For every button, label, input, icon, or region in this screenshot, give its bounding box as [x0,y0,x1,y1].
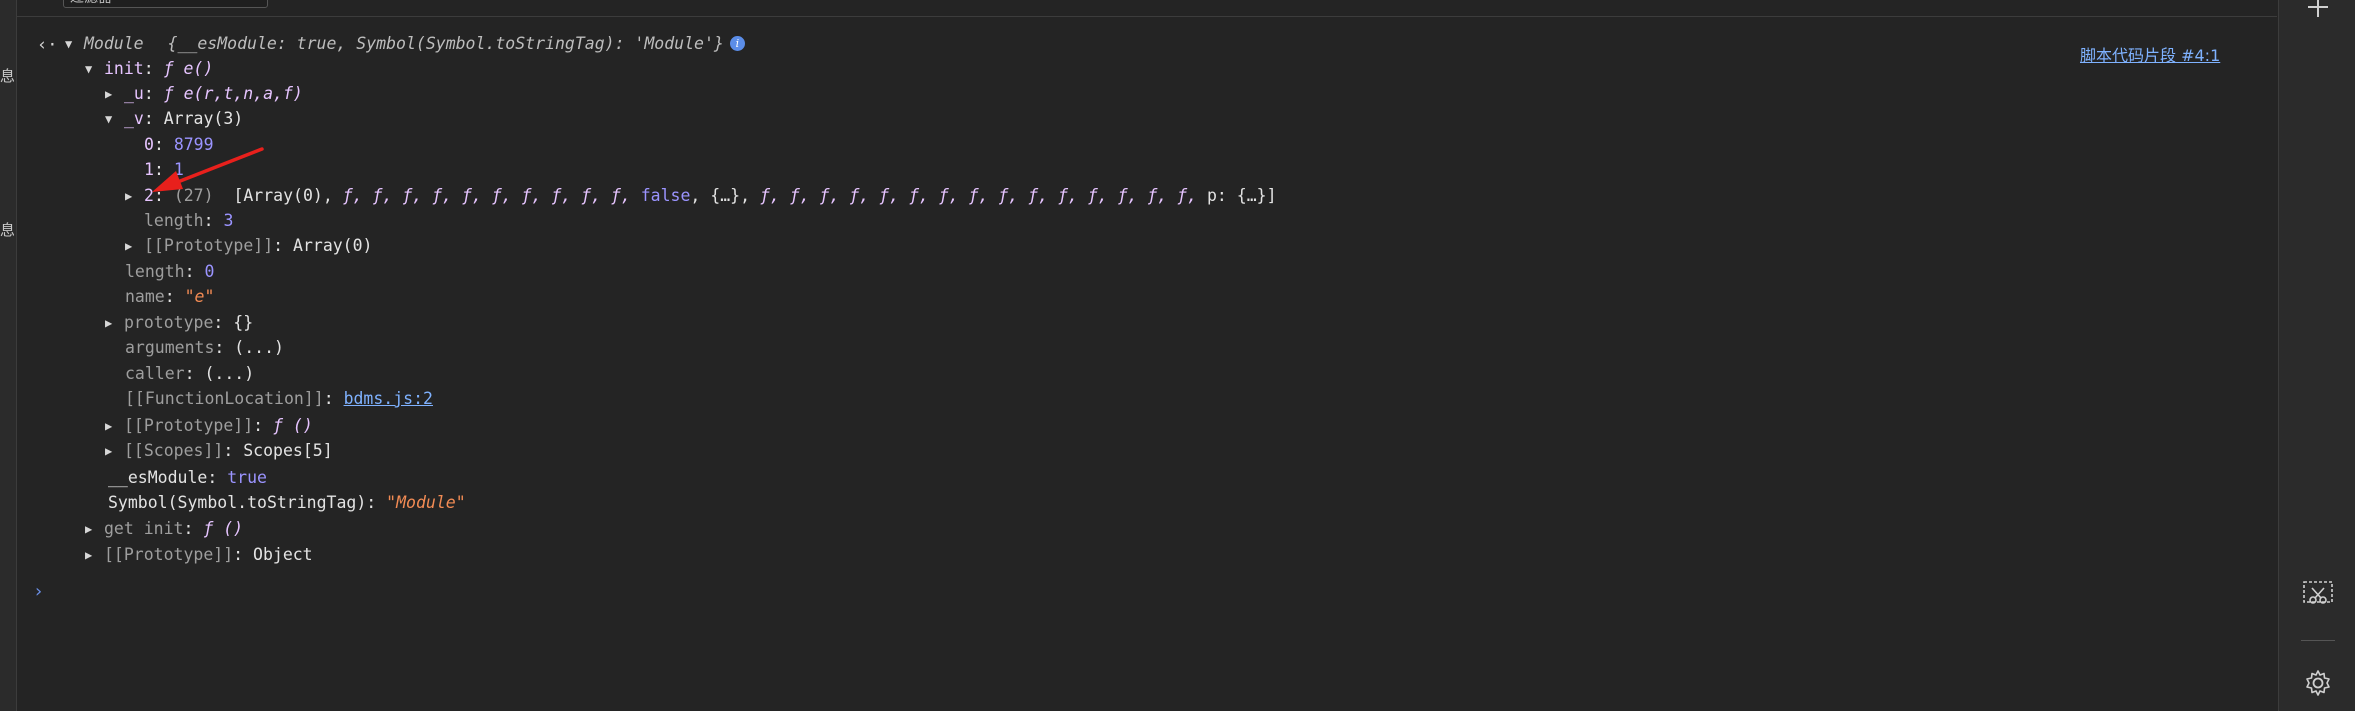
function-location-link[interactable]: bdms.js:2 [344,389,433,408]
collapse-triangle-icon[interactable]: ▶ [105,311,124,335]
collapse-triangle-icon[interactable]: ▶ [125,234,144,258]
collapse-triangle-icon[interactable]: ▶ [105,439,124,463]
array-item-1: 1: 1 [144,160,184,179]
collapse-triangle-icon[interactable]: ▶ [125,184,144,208]
function-length: length: 0 [125,262,215,281]
function-name: name: "e" [125,287,215,306]
right-activity-bar [2278,0,2355,711]
function-prototype[interactable]: ▶ prototype: {} [105,311,253,335]
property-init[interactable]: ▼ init: ƒ e() [85,57,213,81]
settings-gear-icon[interactable] [2279,668,2355,702]
left-panel-glyph: 息 [0,68,14,84]
activity-bar-separator [2301,640,2335,641]
collapse-triangle-icon[interactable]: ▶ [85,543,104,567]
add-icon[interactable] [2279,0,2355,24]
expand-triangle-icon[interactable]: ▼ [85,57,104,81]
property-to-string-tag: Symbol(Symbol.toStringTag): "Module" [108,493,466,512]
function-value: ƒ e(r,t,n,a,f) [163,84,303,103]
object-type: Module [84,34,144,53]
module-prototype[interactable]: ▶ [[Prototype]]: Object [85,543,313,567]
property-v[interactable]: ▼ _v: Array(3) [105,107,243,131]
console-output: ‹· ▼ Module {__esModule: true, Symbol(Sym… [17,16,2277,711]
screen-snip-icon[interactable] [2279,580,2355,612]
object-preview: {__esModule: true, Symbol(Symbol.toStrin… [167,34,724,53]
module-object-header[interactable]: ▼ Module {__esModule: true, Symbol(Symbol… [65,32,745,56]
function-value: ƒ e() [163,59,214,78]
collapse-triangle-icon[interactable]: ▶ [105,414,124,438]
function-scopes[interactable]: ▶ [[Scopes]]: Scopes[5] [105,439,333,463]
collapse-triangle-icon[interactable]: ▶ [105,82,124,106]
property-esmodule: __esModule: true [108,468,267,487]
collapse-triangle-icon[interactable]: ▶ [85,517,104,541]
left-panel-edge: 息 息 [0,0,17,711]
function-arguments[interactable]: arguments: (...) [125,336,284,360]
array-length: length: 3 [144,211,234,230]
console-filter-bar: 过滤器 · · · [17,0,2277,17]
function-location: [[FunctionLocation]]: bdms.js:2 [125,389,433,408]
console-filter-input[interactable]: 过滤器 [63,0,268,8]
function-prototype-chain[interactable]: ▶ [[Prototype]]: ƒ () [105,414,313,438]
getter-init[interactable]: ▶ get init: ƒ () [85,517,243,541]
expand-triangle-icon[interactable]: ▼ [65,32,84,56]
array-item-0: 0: 8799 [144,135,214,154]
expand-triangle-icon[interactable]: ▼ [105,107,124,131]
devtools-window: 息 息 过滤器 · · · ‹· [0,0,2355,711]
left-panel-glyph: 息 [0,222,14,238]
array-item-2[interactable]: ▶ 2: (27) [Array(0), ƒ, ƒ, ƒ, ƒ, ƒ, ƒ, ƒ,… [125,184,1277,208]
result-arrow-icon: ‹· [37,35,58,55]
console-prompt-icon[interactable]: › [33,580,44,604]
source-location-link[interactable]: 脚本代码片段 #4:1 [2080,44,2220,68]
filter-options[interactable]: · · · [282,0,324,8]
info-icon[interactable]: i [729,36,745,51]
property-u[interactable]: ▶ _u: ƒ e(r,t,n,a,f) [105,82,303,106]
function-caller[interactable]: caller: (...) [125,362,254,386]
array-prototype[interactable]: ▶ [[Prototype]]: Array(0) [125,234,373,258]
